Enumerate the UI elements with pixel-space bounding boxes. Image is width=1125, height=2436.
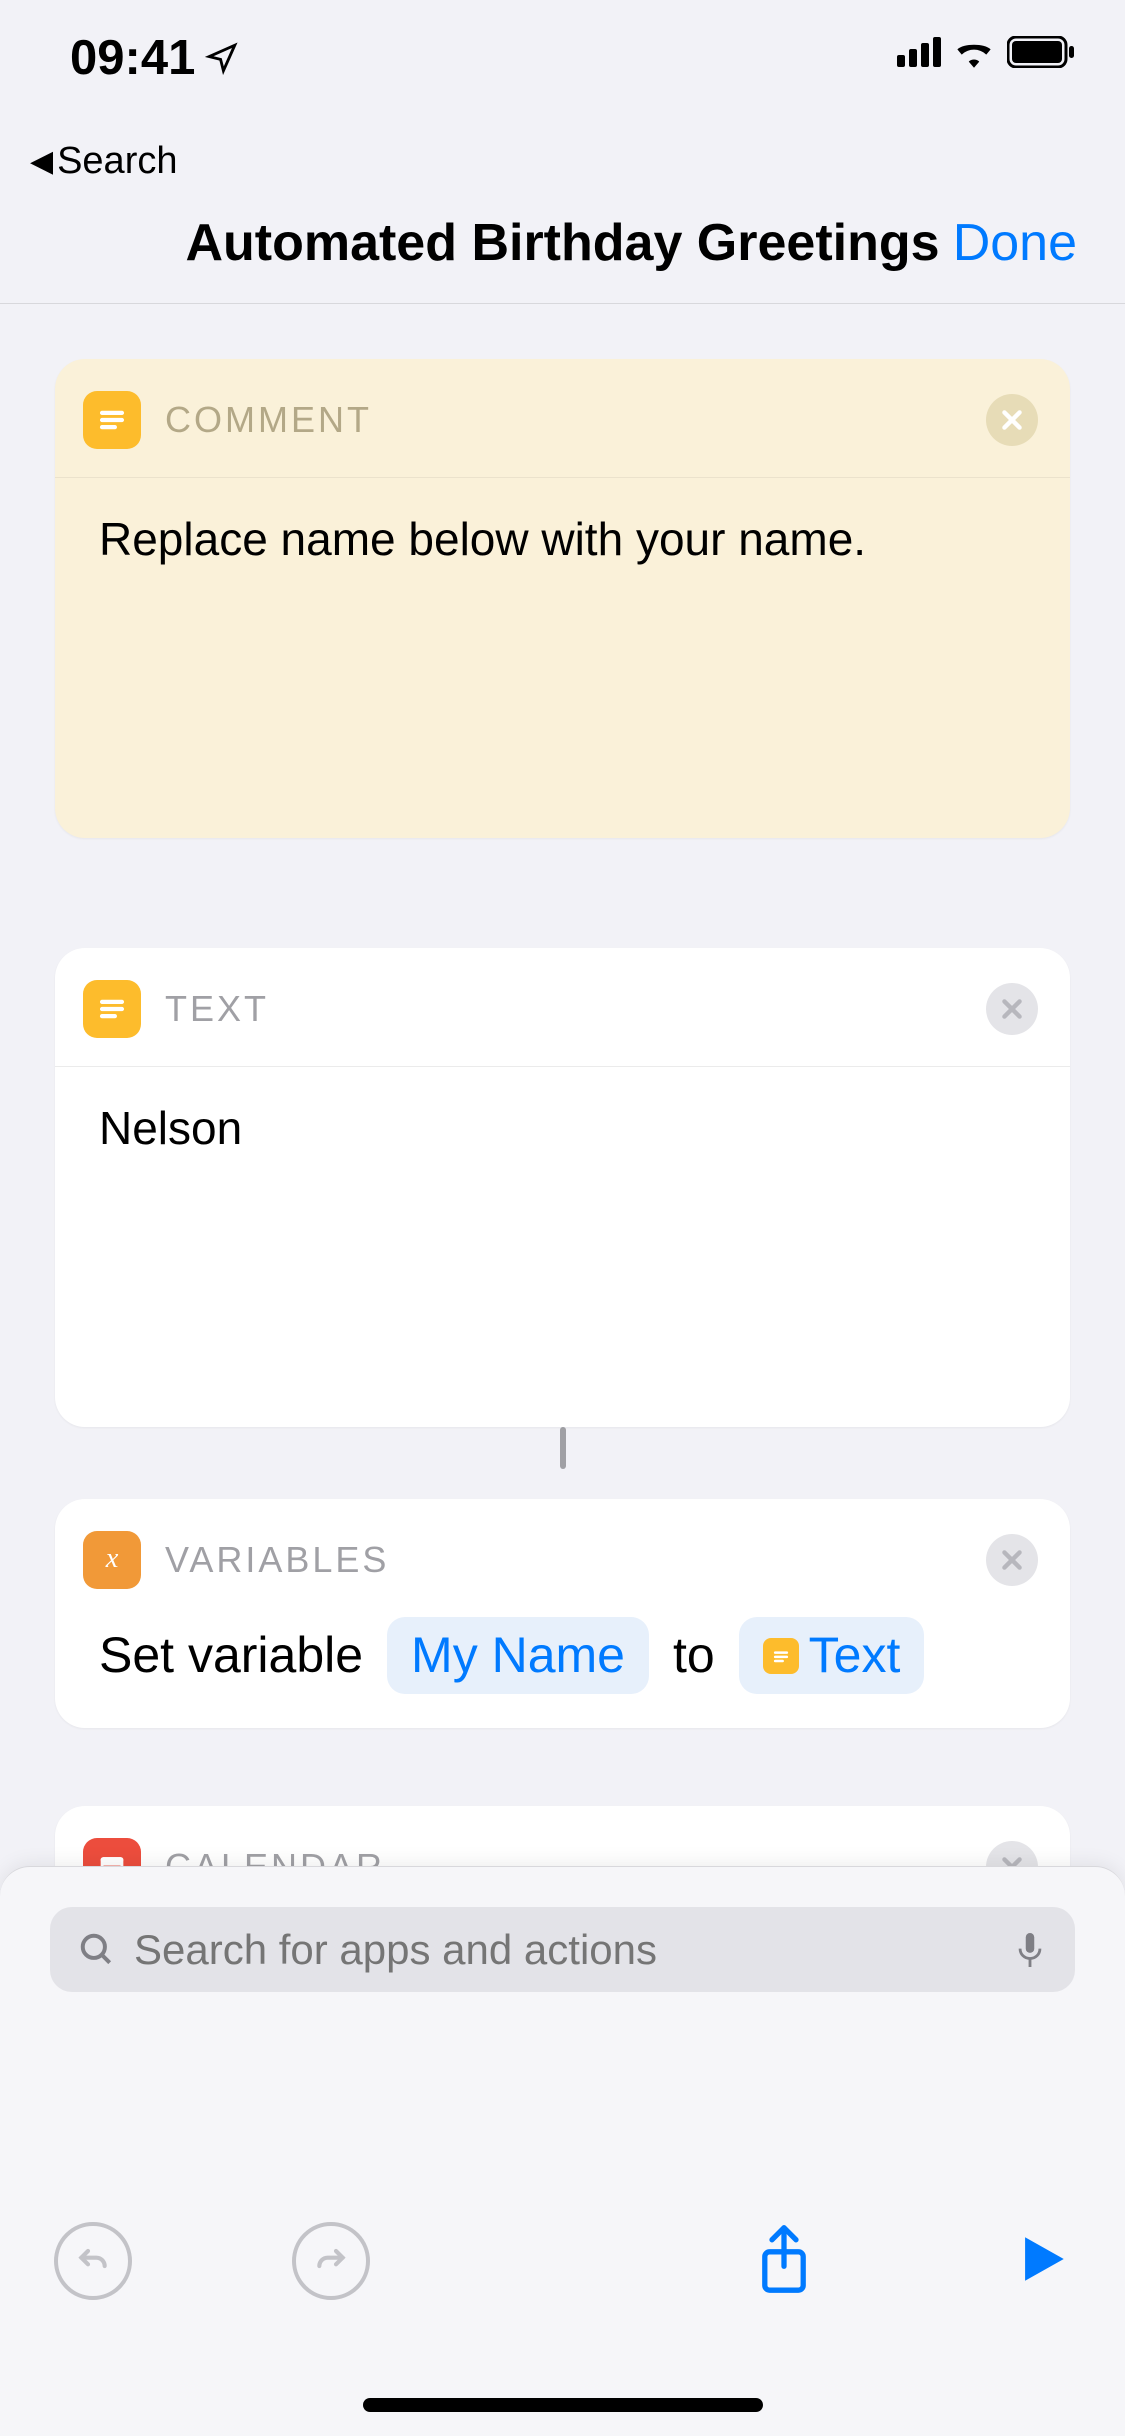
text-value[interactable]: Nelson	[55, 1067, 1070, 1427]
page-title: Automated Birthday Greetings	[185, 213, 939, 273]
battery-icon	[1007, 36, 1075, 68]
close-icon	[999, 407, 1025, 433]
card-label: VARIABLES	[165, 1539, 389, 1581]
status-time: 09:41	[70, 30, 239, 86]
cellular-icon	[897, 37, 941, 67]
variable-expression: Set variable My Name to Text	[55, 1617, 1070, 1728]
card-header: TEXT	[55, 948, 1070, 1067]
card-header: x VARIABLES	[55, 1499, 1070, 1617]
share-button[interactable]	[755, 2223, 813, 2300]
svg-text:x: x	[105, 1543, 119, 1574]
to-text: to	[673, 1623, 715, 1688]
back-label: Search	[57, 140, 177, 183]
run-button[interactable]	[1013, 2230, 1071, 2293]
actions-list: COMMENT Replace name below with your nam…	[0, 304, 1125, 2112]
done-button[interactable]: Done	[953, 213, 1077, 273]
status-bar: 09:41	[0, 0, 1125, 140]
variable-icon: x	[83, 1531, 141, 1589]
remove-action-button[interactable]	[986, 983, 1038, 1035]
search-input[interactable]	[134, 1926, 995, 1974]
search-icon	[78, 1931, 116, 1969]
card-label: TEXT	[165, 988, 269, 1030]
card-label: COMMENT	[165, 399, 372, 441]
undo-icon	[73, 2241, 113, 2281]
text-icon	[83, 980, 141, 1038]
action-card-set-variable[interactable]: x VARIABLES Set variable My Name to Text	[55, 1499, 1070, 1728]
text-mini-icon	[763, 1638, 799, 1674]
editor-toolbar	[0, 2206, 1125, 2316]
wifi-icon	[953, 36, 995, 68]
flow-connector	[560, 1427, 566, 1469]
bottom-sheet	[0, 1866, 1125, 2436]
comment-text[interactable]: Replace name below with your name.	[55, 478, 1070, 838]
set-variable-prefix: Set variable	[99, 1623, 363, 1688]
back-chevron-icon: ◀	[30, 144, 53, 179]
close-icon	[999, 996, 1025, 1022]
redo-button[interactable]	[292, 2222, 370, 2300]
nav-header: Automated Birthday Greetings Done	[0, 213, 1125, 304]
variable-name-token[interactable]: My Name	[387, 1617, 649, 1694]
variable-value-token[interactable]: Text	[739, 1617, 925, 1694]
play-icon	[1013, 2230, 1071, 2288]
status-indicators	[897, 30, 1075, 68]
close-icon	[999, 1547, 1025, 1573]
home-indicator	[363, 2398, 763, 2412]
action-card-comment[interactable]: COMMENT Replace name below with your nam…	[55, 359, 1070, 838]
time-text: 09:41	[70, 30, 195, 86]
card-header: COMMENT	[55, 359, 1070, 478]
remove-action-button[interactable]	[986, 394, 1038, 446]
undo-button[interactable]	[54, 2222, 132, 2300]
back-button[interactable]: ◀ Search	[0, 140, 1125, 213]
search-field[interactable]	[50, 1907, 1075, 1992]
comment-icon	[83, 391, 141, 449]
location-icon	[205, 41, 239, 75]
dictation-icon[interactable]	[1013, 1929, 1047, 1971]
redo-icon	[311, 2241, 351, 2281]
remove-action-button[interactable]	[986, 1534, 1038, 1586]
share-icon	[755, 2223, 813, 2295]
action-card-text[interactable]: TEXT Nelson	[55, 948, 1070, 1427]
